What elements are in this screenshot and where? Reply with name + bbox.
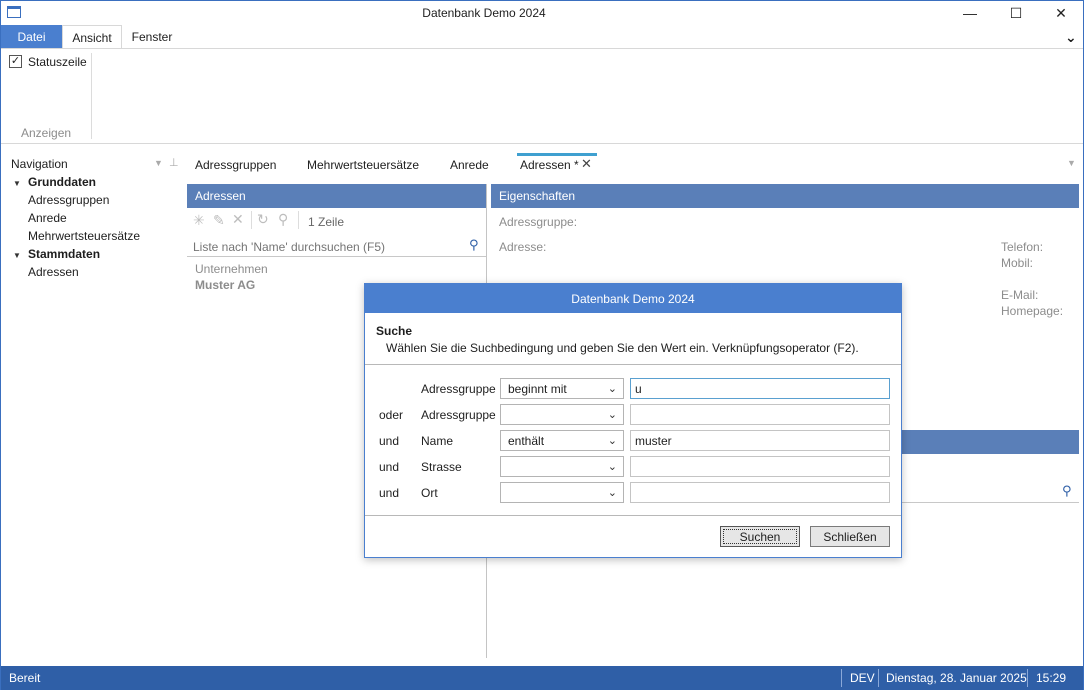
maximize-button[interactable]: ☐	[993, 1, 1039, 25]
condition-select[interactable]: ⌄	[500, 456, 624, 477]
properties-pane-header: Eigenschaften	[491, 184, 1079, 208]
statusline-checkbox[interactable]: ✓	[9, 55, 22, 68]
navigation-title: Navigation	[11, 157, 68, 171]
search-button[interactable]: Suchen	[720, 526, 800, 547]
value-input[interactable]: muster	[630, 430, 890, 451]
status-text: Bereit	[9, 671, 41, 685]
tab-ansicht[interactable]: Ansicht	[62, 25, 122, 49]
dialog-separator	[365, 364, 901, 365]
doc-tab-adressgruppen[interactable]: Adressgruppen	[195, 158, 276, 172]
value-input[interactable]	[630, 404, 890, 425]
chevron-down-icon: ⌄	[607, 409, 617, 421]
list-item-name[interactable]: Muster AG	[195, 278, 255, 292]
chevron-down-icon: ⌄	[607, 487, 617, 499]
edit-pencil-icon[interactable]: ✎	[213, 212, 225, 229]
criteria-field-label: Adressgruppe	[421, 408, 496, 422]
nav-item-mehrwertsteuersaetze[interactable]: Mehrwertsteuersätze	[28, 229, 140, 243]
chevron-down-icon: ⌄	[607, 383, 617, 395]
address-label: Adresse:	[499, 240, 547, 254]
criteria-field-label: Strasse	[421, 460, 462, 474]
operator-label[interactable]: und	[379, 486, 399, 500]
condition-select[interactable]: beginnt mit ⌄	[500, 378, 624, 399]
search-icon[interactable]: ⚲	[278, 211, 288, 228]
minimize-button[interactable]: —	[947, 1, 993, 25]
operator-label[interactable]: und	[379, 460, 399, 474]
ribbon-collapse-chevron-icon[interactable]: ⌄	[1065, 29, 1077, 46]
phone-label: Telefon:	[1001, 240, 1044, 254]
condition-value: enthält	[508, 433, 545, 448]
tab-list-dropdown-icon[interactable]: ▼	[1067, 158, 1076, 168]
operator-label[interactable]: oder	[379, 408, 403, 422]
email-label: E-Mail:	[1001, 288, 1039, 302]
ribbon-group-label: Anzeigen	[21, 126, 72, 140]
condition-select[interactable]: ⌄	[500, 482, 624, 503]
tab-close-icon[interactable]: ✕	[581, 156, 592, 172]
criteria-field-label: Adressgruppe	[421, 382, 496, 396]
condition-value: beginnt mit	[508, 381, 567, 396]
condition-select[interactable]: ⌄	[500, 404, 624, 425]
status-divider	[1027, 669, 1028, 687]
ribbon-group-separator	[91, 53, 92, 139]
dialog-title: Datenbank Demo 2024	[365, 284, 901, 313]
close-dialog-button[interactable]: Schließen	[810, 526, 890, 547]
doc-tab-anrede[interactable]: Anrede	[450, 158, 489, 172]
value-input[interactable]	[630, 456, 890, 477]
criteria-field-label: Ort	[421, 486, 438, 500]
expand-arrow-icon[interactable]: ▼	[13, 179, 21, 188]
nav-item-adressgruppen[interactable]: Adressgruppen	[28, 193, 109, 207]
nav-dropdown-icon[interactable]: ▼	[154, 158, 163, 168]
chevron-down-icon: ⌄	[607, 461, 617, 473]
row-count: 1 Zeile	[308, 215, 345, 229]
window-title: Datenbank Demo 2024	[422, 6, 546, 20]
mobile-label: Mobil:	[1001, 256, 1034, 270]
dialog-heading: Suche	[376, 324, 413, 338]
value-input[interactable]: u	[630, 378, 890, 399]
status-divider	[841, 669, 842, 687]
toolbar-separator	[251, 211, 252, 229]
list-search-input[interactable]	[187, 237, 487, 257]
dialog-separator	[365, 515, 901, 516]
new-icon[interactable]: ✳	[193, 212, 205, 229]
homepage-label: Homepage:	[1001, 304, 1064, 318]
delete-icon[interactable]: ✕	[232, 211, 244, 228]
list-item-group: Unternehmen	[195, 262, 268, 276]
close-window-button[interactable]: ✕	[1038, 1, 1084, 25]
chevron-down-icon: ⌄	[607, 435, 617, 447]
operator-label[interactable]: und	[379, 434, 399, 448]
status-bar: Bereit DEV Dienstag, 28. Januar 2025 15:…	[1, 666, 1083, 690]
nav-item-adressen[interactable]: Adressen	[28, 265, 79, 279]
date-label: Dienstag, 28. Januar 2025	[886, 671, 1027, 685]
expand-arrow-icon[interactable]: ▼	[13, 251, 21, 260]
criteria-field-label: Name	[421, 434, 454, 448]
value-input[interactable]	[630, 482, 890, 503]
list-pane-header: Adressen	[187, 184, 487, 208]
nav-pin-icon[interactable]: ⊥	[169, 156, 179, 169]
address-group-label: Adressgruppe:	[499, 215, 578, 229]
search-icon[interactable]: ⚲	[1062, 483, 1072, 499]
secondary-search-input[interactable]	[901, 481, 1079, 503]
search-dialog: Datenbank Demo 2024 Suche Wählen Sie die…	[364, 283, 902, 558]
app-window: Datenbank Demo 2024 — ☐ ✕ Datei Ansicht …	[0, 0, 1084, 690]
status-divider	[878, 669, 879, 687]
doc-tab-adressen[interactable]: Adressen *	[520, 158, 579, 172]
time-label: 15:29	[1036, 671, 1067, 685]
statusline-checkbox-label: Statuszeile	[28, 55, 87, 69]
tab-fenster[interactable]: Fenster	[124, 25, 180, 49]
doc-tab-mehrwertsteuersaetze[interactable]: Mehrwertsteuersätze	[307, 158, 419, 172]
search-icon[interactable]: ⚲	[469, 237, 479, 253]
nav-group-grunddaten[interactable]: Grunddaten	[28, 175, 96, 189]
nav-item-anrede[interactable]: Anrede	[28, 211, 67, 225]
secondary-pane-header	[901, 430, 1079, 454]
refresh-icon[interactable]: ↻	[257, 211, 269, 228]
ribbon-panel	[1, 48, 1083, 144]
toolbar-separator	[298, 211, 299, 229]
dialog-description: Wählen Sie die Suchbedingung und geben S…	[386, 341, 859, 355]
tab-datei[interactable]: Datei	[1, 25, 62, 49]
nav-group-stammdaten[interactable]: Stammdaten	[28, 247, 100, 261]
environment-label: DEV	[850, 671, 875, 685]
condition-select[interactable]: enthält ⌄	[500, 430, 624, 451]
